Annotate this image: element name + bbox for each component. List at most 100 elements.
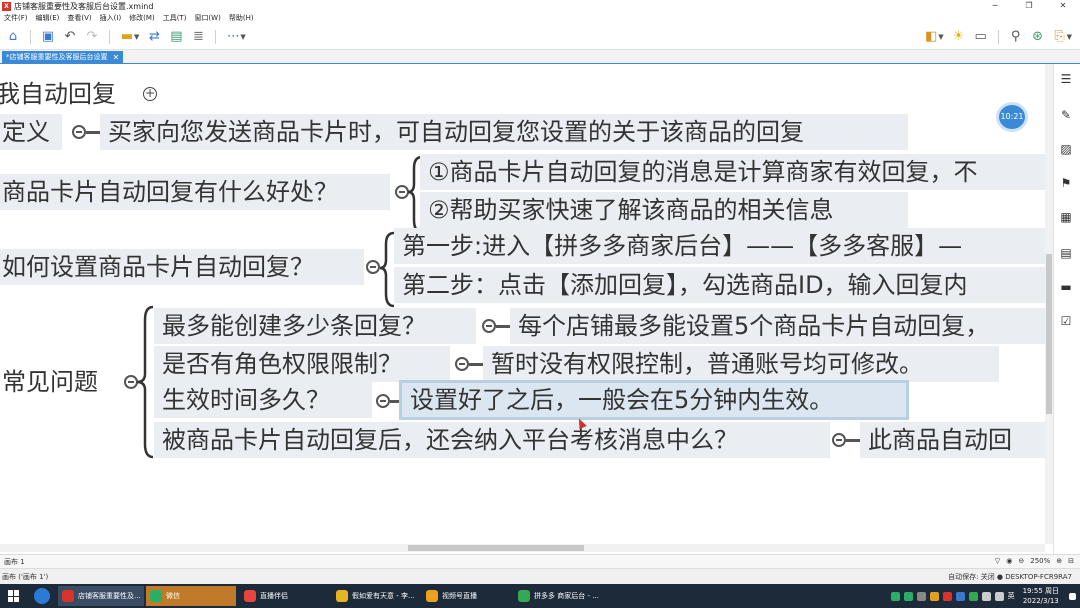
clock[interactable]: 19:55 周日 2022/3/13 (1023, 586, 1059, 606)
taskbar-item-live-companion[interactable]: 直播伴侣 (240, 586, 328, 606)
tray-icon[interactable] (929, 591, 939, 601)
notification-icon[interactable] (1069, 592, 1076, 600)
collapse-icon[interactable] (376, 394, 390, 408)
menu-edit[interactable]: 编辑(E) (36, 13, 60, 23)
horizontal-scrollbar[interactable] (0, 544, 1045, 552)
comment-icon[interactable]: ▬ (1059, 280, 1073, 294)
zoom-level[interactable]: 250% (1030, 557, 1050, 565)
topic-faq-q4[interactable]: 被商品卡片自动回复后，还会纳入平台考核消息中么？ (154, 422, 830, 458)
save-icon[interactable]: ▣ (37, 26, 59, 48)
toolbar-divider (30, 29, 31, 44)
clipart-icon[interactable]: ▦ (1059, 210, 1073, 224)
menu-tools[interactable]: 工具(T) (163, 13, 187, 23)
collapse-icon[interactable] (366, 260, 380, 274)
chevron-down-icon[interactable]: ▼ (240, 33, 245, 41)
topic-faq-q1[interactable]: 最多能创建多少条回复？ (154, 308, 476, 344)
topic-benefit[interactable]: 商品卡片自动回复有什么好处？ (0, 174, 390, 210)
search-icon[interactable]: ⚲ (1005, 26, 1027, 48)
topic-faq-a1[interactable]: 每个店铺最多能设置5个商品卡片自动回复， (510, 308, 1045, 344)
boundary-icon[interactable]: ▤ (165, 26, 187, 48)
close-window-button[interactable]: ✕ (1046, 0, 1080, 12)
tab-document[interactable]: *店铺客服重要性及客服后台设置 ✕ (2, 51, 124, 64)
topic-benefit-2[interactable]: ②帮助买家快速了解该商品的相关信息 (420, 192, 908, 228)
topic-faq-q2[interactable]: 是否有角色权限限制？ (154, 346, 450, 382)
minimize-button[interactable]: ─ (978, 0, 1012, 12)
collapse-icon[interactable] (455, 357, 469, 371)
topic-definition[interactable]: 定义 (0, 114, 62, 150)
windows-start-icon[interactable] (8, 590, 20, 602)
task-icon[interactable]: ☑ (1059, 314, 1073, 328)
tray-icon[interactable] (942, 591, 952, 601)
ime-indicator[interactable]: 英 (1008, 591, 1015, 601)
vertical-scrollbar[interactable] (1045, 64, 1053, 544)
taskbar-item-video-live[interactable]: 视频号直播 (422, 586, 510, 606)
zoom-out-icon[interactable]: ⊖ (1018, 557, 1024, 565)
format-brush-icon[interactable]: ✎ (1059, 108, 1073, 122)
lightbulb-icon[interactable]: ☀ (948, 26, 970, 48)
topic-definition-detail[interactable]: 买家向您发送商品卡片时，可自动回复您设置的关于该商品的回复 (100, 114, 908, 150)
filter-icon[interactable]: ▽ (995, 557, 1000, 565)
image-icon[interactable]: ▨ (1059, 142, 1073, 156)
collapse-icon[interactable] (124, 375, 138, 389)
volume-icon[interactable] (994, 591, 1004, 601)
music-icon (336, 590, 348, 602)
menu-help[interactable]: 帮助(H) (229, 13, 254, 23)
chevron-down-icon[interactable]: ▼ (134, 33, 139, 41)
maximize-button[interactable]: ❐ (1012, 0, 1046, 12)
collapse-icon[interactable] (72, 125, 86, 139)
collapse-icon[interactable] (832, 433, 846, 447)
topic-faq[interactable]: 常见问题 (0, 364, 106, 400)
topic-faq-a2[interactable]: 暂时没有权限控制，普通账号均可修改。 (483, 346, 999, 382)
menu-modify[interactable]: 修改(M) (129, 13, 155, 23)
taskbar-item-label: 店铺客服重要性及... (78, 592, 141, 600)
taskbar-item-wechat[interactable]: 微信 (146, 586, 236, 606)
topic-faq-a4[interactable]: 此商品自动回 (860, 422, 1045, 458)
undo-icon[interactable]: ↶ (59, 26, 81, 48)
menu-file[interactable]: 文件(F) (4, 13, 28, 23)
mindmap-canvas[interactable]: 我自动回复 + 定义 买家向您发送商品卡片时，可自动回复您设置的关于该商品的回复… (0, 64, 1045, 544)
home-icon[interactable]: ⌂ (2, 26, 24, 48)
topic-step-2[interactable]: 第二步：点击【添加回复】，勾选商品ID，输入回复内 (394, 267, 1045, 303)
sheet-label[interactable]: 画布 1 (4, 557, 25, 567)
tray-icon[interactable] (916, 591, 926, 601)
flag-icon[interactable]: ⚑ (1059, 176, 1073, 190)
tray-icon[interactable] (968, 591, 978, 601)
redo-icon[interactable]: ↷ (81, 26, 103, 48)
topic-benefit-1[interactable]: ①商品卡片自动回复的消息是计算商家有效回复，不 (420, 154, 1045, 190)
taskbar-item-pinduoduo[interactable]: 拼多多 商家后台 - ... (514, 586, 602, 606)
wechat-tray-icon[interactable] (890, 591, 900, 601)
outline-icon[interactable]: ▭ (970, 26, 992, 48)
summary-icon[interactable]: ≣ (187, 26, 209, 48)
taskbar-item-label: 微信 (166, 592, 180, 600)
notes-icon[interactable]: ▤ (1059, 246, 1073, 260)
collapse-icon[interactable] (395, 185, 409, 199)
fit-icon[interactable]: ⊟ (1068, 557, 1074, 565)
taskbar-item-xmind[interactable]: 店铺客服重要性及... (58, 586, 144, 606)
eye-icon[interactable]: ◉ (1006, 557, 1012, 565)
horizontal-scroll-thumb[interactable] (408, 545, 584, 551)
relationship-icon[interactable]: ⇄ (143, 26, 165, 48)
chevron-down-icon[interactable]: ▼ (1067, 33, 1072, 41)
topic-faq-q3[interactable]: 生效时间多久？ (154, 382, 372, 418)
topic-faq-a3[interactable]: 设置好了之后，一般会在5分钟内生效。 (399, 380, 909, 420)
vertical-scroll-thumb[interactable] (1046, 254, 1052, 414)
wechat-tray-icon[interactable] (903, 591, 913, 601)
topic-step-1[interactable]: 第一步:进入【拼多多商家后台】——【多多客服】— (394, 228, 1045, 264)
tray-icon[interactable] (955, 591, 965, 601)
share-icon[interactable]: ⊛ (1027, 26, 1049, 48)
zoom-in-icon[interactable]: ⊕ (1056, 557, 1062, 565)
topic-howto[interactable]: 如何设置商品卡片自动回复？ (0, 249, 364, 285)
menu-insert[interactable]: 插入(I) (100, 13, 122, 23)
zoom-controls: ▽ ◉ ⊖ 250% ⊕ ⊟ (995, 557, 1074, 565)
outline-panel-icon[interactable]: ☰ (1059, 72, 1073, 86)
menu-window[interactable]: 窗口(W) (194, 13, 220, 23)
taskbar-item-music[interactable]: 假如爱有天意 - 李... (332, 586, 418, 606)
expand-icon[interactable]: + (143, 87, 157, 101)
topic-header[interactable]: 我自动回复 (0, 76, 124, 112)
menu-view[interactable]: 查看(V) (67, 13, 91, 23)
close-icon[interactable]: ✕ (113, 51, 120, 64)
collapse-icon[interactable] (482, 319, 496, 333)
network-icon[interactable] (981, 591, 991, 601)
edge-browser-icon[interactable] (34, 588, 50, 604)
chevron-down-icon[interactable]: ▼ (938, 33, 943, 41)
